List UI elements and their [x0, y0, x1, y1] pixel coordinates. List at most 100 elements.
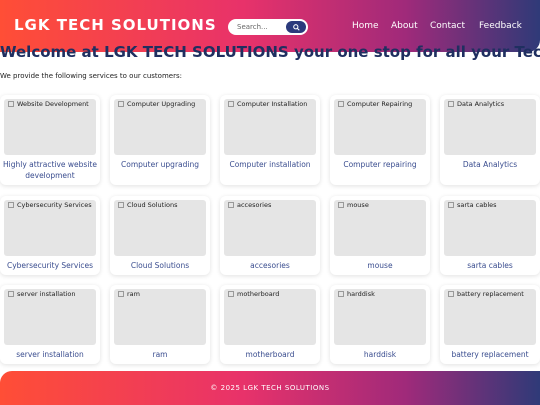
nav-home[interactable]: Home [352, 21, 379, 31]
footer-copyright: © 2025 LGK TECH SOLUTIONS [210, 384, 330, 392]
broken-image-icon [8, 291, 14, 297]
service-card[interactable]: Cloud Solutions Cloud Solutions [110, 196, 210, 275]
image-alt-label: Computer Installation [237, 100, 308, 108]
service-title[interactable]: ram [112, 349, 208, 360]
image-alt-text: Data Analytics [448, 100, 534, 108]
service-image: Computer Installation [224, 99, 316, 155]
service-card[interactable]: accesories accesories [220, 196, 320, 275]
service-title[interactable]: Computer repairing [332, 159, 428, 170]
site-footer: © 2025 LGK TECH SOLUTIONS [0, 371, 540, 405]
broken-image-icon [118, 291, 124, 297]
service-title[interactable]: harddisk [332, 349, 428, 360]
service-title[interactable]: battery replacement [442, 349, 538, 360]
service-card[interactable]: Cybersecurity Services Cybersecurity Serv… [0, 196, 100, 275]
service-title[interactable]: server installation [2, 349, 98, 360]
image-alt-text: accesories [228, 201, 314, 209]
image-alt-label: sarta cables [457, 201, 497, 209]
service-image: Website Development [4, 99, 96, 155]
search-input[interactable] [228, 20, 282, 34]
service-image: mouse [334, 200, 426, 256]
image-alt-label: server installation [17, 290, 76, 298]
service-title[interactable]: mouse [332, 260, 428, 271]
service-image: battery replacement [444, 289, 536, 345]
image-alt-text: server installation [8, 290, 94, 298]
nav-contact[interactable]: Contact [430, 21, 465, 31]
service-image: accesories [224, 200, 316, 256]
image-alt-label: Cloud Solutions [127, 201, 178, 209]
service-card[interactable]: motherboard motherboard [220, 285, 320, 364]
service-card[interactable]: Data Analytics Data Analytics [440, 95, 540, 185]
image-alt-label: Computer Repairing [347, 100, 413, 108]
service-image: Computer Upgrading [114, 99, 206, 155]
image-alt-text: Cybersecurity Services [8, 201, 94, 209]
image-alt-text: sarta cables [448, 201, 534, 209]
image-alt-text: harddisk [338, 290, 424, 298]
intro-text: We provide the following services to our… [0, 72, 182, 80]
brand-logo[interactable]: LGK TECH SOLUTIONS [14, 16, 217, 34]
search-button[interactable] [286, 21, 306, 33]
broken-image-icon [8, 101, 14, 107]
image-alt-text: Website Development [8, 100, 94, 108]
nav-feedback[interactable]: Feedback [479, 21, 522, 31]
service-title[interactable]: sarta cables [442, 260, 538, 271]
service-title[interactable]: motherboard [222, 349, 318, 360]
image-alt-label: Data Analytics [457, 100, 505, 108]
broken-image-icon [118, 202, 124, 208]
service-title[interactable]: accesories [222, 260, 318, 271]
service-card[interactable]: Computer Repairing Computer repairing [330, 95, 430, 185]
service-title[interactable]: Highly attractive website development [2, 159, 98, 181]
broken-image-icon [8, 202, 14, 208]
service-card[interactable]: Computer Upgrading Computer upgrading [110, 95, 210, 185]
service-image: Data Analytics [444, 99, 536, 155]
service-title[interactable]: Cybersecurity Services [2, 260, 98, 271]
image-alt-label: accesories [237, 201, 272, 209]
search-icon [292, 23, 300, 31]
service-card[interactable]: sarta cables sarta cables [440, 196, 540, 275]
service-image: sarta cables [444, 200, 536, 256]
broken-image-icon [338, 291, 344, 297]
image-alt-text: battery replacement [448, 290, 534, 298]
image-alt-label: motherboard [237, 290, 280, 298]
broken-image-icon [448, 101, 454, 107]
broken-image-icon [228, 202, 234, 208]
image-alt-label: Website Development [17, 100, 89, 108]
service-image: Cybersecurity Services [4, 200, 96, 256]
service-card[interactable]: harddisk harddisk [330, 285, 430, 364]
broken-image-icon [228, 101, 234, 107]
service-image: ram [114, 289, 206, 345]
service-card[interactable]: ram ram [110, 285, 210, 364]
service-card[interactable]: Computer Installation Computer installati… [220, 95, 320, 185]
service-image: Cloud Solutions [114, 200, 206, 256]
image-alt-text: motherboard [228, 290, 314, 298]
service-title[interactable]: Cloud Solutions [112, 260, 208, 271]
service-title[interactable]: Computer installation [222, 159, 318, 170]
image-alt-text: Computer Repairing [338, 100, 424, 108]
broken-image-icon [228, 291, 234, 297]
service-card[interactable]: mouse mouse [330, 196, 430, 275]
search-bar [228, 19, 308, 35]
service-card[interactable]: battery replacement battery replacement [440, 285, 540, 364]
image-alt-text: ram [118, 290, 204, 298]
service-image: Computer Repairing [334, 99, 426, 155]
broken-image-icon [448, 202, 454, 208]
broken-image-icon [338, 202, 344, 208]
service-image: harddisk [334, 289, 426, 345]
service-image: motherboard [224, 289, 316, 345]
image-alt-label: ram [127, 290, 140, 298]
page-title: Welcome at LGK TECH SOLUTIONS your one s… [0, 43, 540, 61]
broken-image-icon [448, 291, 454, 297]
image-alt-label: Cybersecurity Services [17, 201, 92, 209]
image-alt-text: mouse [338, 201, 424, 209]
service-image: server installation [4, 289, 96, 345]
broken-image-icon [338, 101, 344, 107]
image-alt-text: Cloud Solutions [118, 201, 204, 209]
service-title[interactable]: Computer upgrading [112, 159, 208, 170]
image-alt-label: Computer Upgrading [127, 100, 196, 108]
image-alt-label: mouse [347, 201, 369, 209]
service-card[interactable]: Website Development Highly attractive web… [0, 95, 100, 185]
image-alt-label: battery replacement [457, 290, 524, 298]
image-alt-label: harddisk [347, 290, 375, 298]
service-card[interactable]: server installation server installation [0, 285, 100, 364]
nav-about[interactable]: About [391, 21, 418, 31]
service-title[interactable]: Data Analytics [442, 159, 538, 170]
